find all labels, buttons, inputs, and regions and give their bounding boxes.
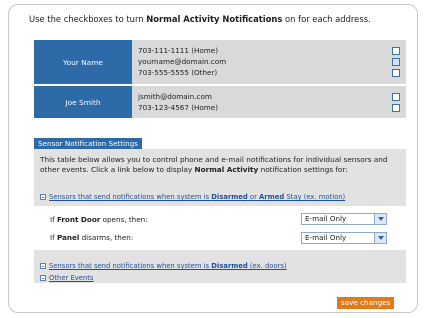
link1-mid: or (247, 193, 260, 201)
link3-label: Other Events (49, 274, 94, 282)
address-text: jsmith@domain.com (138, 92, 212, 101)
contact-name: Your Name (34, 40, 132, 84)
contact-addresses: jsmith@domain.com 703-123-4567 (Home) (132, 86, 406, 118)
sensor-link-disarmed-armed[interactable]: Sensors that send notifications when sys… (40, 193, 345, 201)
address-item: yourname@domain.com (138, 56, 400, 67)
contact-row: Joe Smith jsmith@domain.com 703-123-4567… (34, 86, 406, 120)
contact-addresses: 703-111-1111 (Home) yourname@domain.com … (132, 40, 406, 84)
intro-text: Use the checkboxes to turn Normal Activi… (29, 14, 371, 24)
link2-pre: Sensors that send notifications when sys… (49, 262, 212, 270)
link2-bold: Disarmed (211, 262, 248, 270)
cond1-bold: Front Door (56, 215, 101, 224)
select-value: E-mail Only (305, 233, 347, 242)
contact-row: Your Name 703-111-1111 (Home) yourname@d… (34, 40, 406, 86)
address-text: 703-111-1111 (Home) (138, 46, 219, 55)
select-value: E-mail Only (305, 214, 347, 223)
address-text: 703-555-5555 (Other) (138, 68, 218, 77)
condition-front-door: If Front Door opens, then: (50, 215, 148, 224)
link1-post: Stay (ex. motion) (284, 193, 346, 201)
save-changes-button[interactable]: save changes (337, 297, 395, 309)
contacts-table: Your Name 703-111-1111 (Home) yourname@d… (34, 40, 406, 120)
address-item: 703-111-1111 (Home) (138, 45, 400, 56)
address-item: 703-555-5555 (Other) (138, 67, 400, 78)
address-item: 703-123-4567 (Home) (138, 102, 400, 113)
front-door-notification-select[interactable]: E-mail Only (301, 213, 387, 225)
desc-bold: Normal Activity (194, 165, 259, 174)
chevron-down-icon (374, 233, 386, 243)
link1-pre: Sensors that send notifications when sys… (49, 193, 212, 201)
cond1-pre: If (50, 215, 57, 224)
notification-checkbox[interactable] (392, 68, 400, 77)
other-events-link[interactable]: Other Events (40, 274, 93, 282)
link2-post: (ex. doors) (247, 262, 287, 270)
notification-checkbox[interactable] (392, 57, 400, 66)
intro-post: on for each address. (282, 14, 371, 24)
sensor-description: This table below allows you to control p… (40, 155, 400, 175)
cond2-bold: Panel (56, 233, 80, 242)
panel-notification-select[interactable]: E-mail Only (301, 232, 387, 244)
address-item: jsmith@domain.com (138, 91, 400, 102)
expand-icon (40, 275, 46, 281)
cond2-post: disarms, then: (79, 233, 134, 242)
cond1-post: opens, then: (100, 215, 148, 224)
condition-panel: If Panel disarms, then: (50, 233, 133, 242)
link1-bold2: Armed (259, 193, 285, 201)
cond2-pre: If (50, 233, 57, 242)
notification-checkbox[interactable] (392, 92, 400, 101)
expand-icon (40, 194, 46, 200)
address-text: 703-123-4567 (Home) (138, 103, 219, 112)
desc-post: notification settings for: (258, 165, 348, 174)
notification-checkbox[interactable] (392, 103, 400, 112)
sensor-link-disarmed[interactable]: Sensors that send notifications when sys… (40, 262, 287, 270)
chevron-down-icon (374, 214, 386, 224)
notification-checkbox[interactable] (392, 46, 400, 55)
address-text: yourname@domain.com (138, 57, 227, 66)
sensor-conditions: If Front Door opens, then: E-mail Only I… (34, 206, 406, 250)
sensor-settings-tab: Sensor Notification Settings (34, 138, 142, 149)
contact-name: Joe Smith (34, 86, 132, 118)
sensor-settings-panel: This table below allows you to control p… (34, 149, 406, 283)
intro-pre: Use the checkboxes to turn (29, 14, 147, 24)
intro-bold: Normal Activity Notifications (146, 14, 283, 24)
link1-bold1: Disarmed (211, 193, 248, 201)
expand-icon (40, 263, 46, 269)
